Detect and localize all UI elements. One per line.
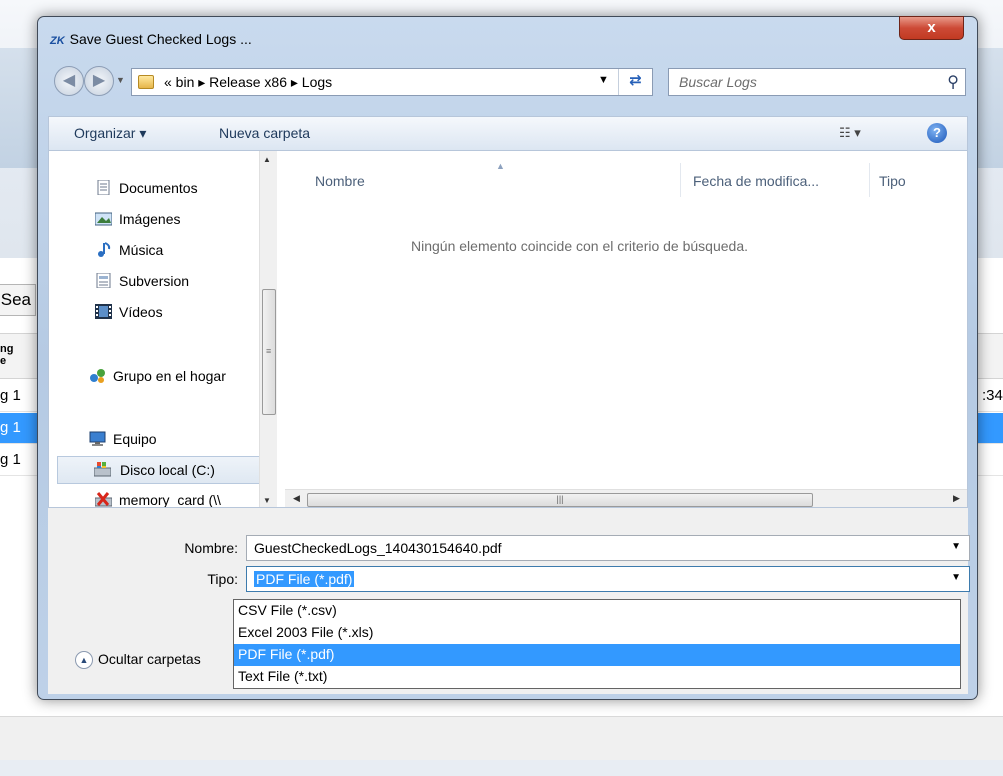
type-option-csv[interactable]: CSV File (*.csv)	[234, 600, 960, 622]
nav-item-documentos[interactable]: Documentos	[95, 175, 198, 203]
scroll-grip-icon: |||	[556, 494, 564, 504]
homegroup-icon	[90, 369, 105, 383]
filename-label: Nombre:	[184, 540, 238, 556]
local-disk-icon	[94, 462, 111, 477]
app-row-label: g 1	[0, 419, 21, 436]
subversion-icon	[96, 273, 111, 288]
hide-folders-label: Ocultar carpetas	[98, 651, 201, 667]
nav-item-disco-local[interactable]: Disco local (C:)	[57, 456, 267, 484]
type-select[interactable]: PDF File (*.pdf) ▼	[246, 566, 970, 592]
empty-message: Ningún elemento coincide con el criterio…	[411, 238, 748, 254]
nav-item-label: Subversion	[119, 273, 190, 289]
new-folder-button[interactable]: Nueva carpeta	[219, 125, 310, 141]
nav-scrollbar[interactable]: ▲ ≡ ▼	[259, 151, 277, 507]
horizontal-scrollbar[interactable]: ◀ ||| ▶	[285, 489, 967, 507]
app-row-label: g 1	[0, 387, 21, 404]
navigation-pane: Documentos Imágenes Música Subversion Ví…	[49, 151, 285, 508]
collapse-arrow-icon: ▲	[75, 651, 93, 670]
search-icon[interactable]: ⚲	[947, 72, 959, 92]
dialog-title: ZK Save Guest Checked Logs ...	[50, 31, 252, 47]
scroll-up-arrow-icon[interactable]: ▲	[263, 155, 271, 164]
horizontal-scroll-thumb[interactable]: |||	[307, 493, 813, 507]
organize-button[interactable]: Organizar ▾	[74, 125, 146, 142]
type-dropdown-icon[interactable]: ▼	[951, 572, 961, 583]
toolbar: Organizar ▾ Nueva carpeta ☷ ▾ ?	[48, 116, 968, 150]
sort-ascending-icon: ▲	[496, 161, 505, 171]
music-icon	[98, 242, 111, 257]
app-table-header-text: ng e	[0, 343, 14, 367]
back-arrow-icon: ◀	[62, 72, 76, 89]
network-drive-icon	[95, 492, 112, 507]
nav-item-imagenes[interactable]: Imágenes	[95, 206, 180, 234]
scroll-thumb[interactable]: ≡	[262, 289, 276, 415]
nav-item-label: Imágenes	[119, 211, 181, 227]
filename-input[interactable]: GuestCheckedLogs_140430154640.pdf ▼	[246, 535, 970, 561]
dialog-title-text: Save Guest Checked Logs ...	[69, 31, 252, 47]
nav-item-grupo-hogar[interactable]: Grupo en el hogar	[89, 363, 226, 391]
nav-item-subversion[interactable]: Subversion	[95, 268, 189, 296]
column-divider[interactable]	[680, 163, 681, 197]
address-dropdown-button[interactable]: ▼	[598, 74, 609, 86]
column-header-type[interactable]: Tipo	[879, 173, 906, 189]
nav-item-memory-card[interactable]: memory_card (\\	[95, 487, 221, 508]
type-option-xls[interactable]: Excel 2003 File (*.xls)	[234, 622, 960, 644]
app-row-label: g 1	[0, 451, 21, 468]
browser-area: Documentos Imágenes Música Subversion Ví…	[48, 150, 968, 508]
refresh-icon: ⇄	[629, 72, 642, 89]
column-header-date[interactable]: Fecha de modifica...	[693, 173, 819, 189]
scroll-left-arrow-icon[interactable]: ◀	[293, 493, 300, 504]
nav-item-label: Música	[119, 242, 164, 258]
breadcrumb[interactable]: « bin ▸ Release x86 ▸ Logs	[164, 74, 332, 91]
search-input[interactable]: Buscar Logs ⚲	[668, 68, 966, 96]
app-row-extra: :34	[982, 387, 1003, 404]
nav-item-label: Documentos	[119, 180, 198, 196]
column-divider[interactable]	[869, 163, 870, 197]
app-logo: ZK	[50, 35, 65, 47]
scroll-right-arrow-icon[interactable]: ▶	[953, 493, 960, 504]
type-label: Tipo:	[207, 571, 238, 587]
nav-item-label: Vídeos	[119, 304, 163, 320]
computer-icon	[89, 431, 106, 446]
nav-item-equipo[interactable]: Equipo	[89, 426, 157, 454]
scroll-down-arrow-icon[interactable]: ▼	[263, 496, 271, 505]
pictures-icon	[95, 212, 112, 226]
forward-arrow-icon: ▶	[92, 72, 106, 89]
videos-icon	[95, 304, 112, 319]
filename-value: GuestCheckedLogs_140430154640.pdf	[254, 540, 502, 556]
nav-item-label: memory_card (\\	[119, 492, 221, 508]
nav-item-musica[interactable]: Música	[95, 237, 163, 265]
type-select-value: PDF File (*.pdf)	[254, 571, 355, 587]
folder-icon	[138, 75, 154, 89]
nav-item-label: Disco local (C:)	[120, 462, 215, 478]
type-dropdown-list: CSV File (*.csv) Excel 2003 File (*.xls)…	[233, 599, 961, 689]
refresh-button[interactable]: ⇄	[618, 69, 652, 95]
filename-history-dropdown-icon[interactable]: ▼	[951, 541, 961, 552]
file-list: ▲ Nombre Fecha de modifica... Tipo Ningú…	[285, 151, 967, 507]
app-footer	[0, 760, 1003, 776]
app-search-button[interactable]: Sea	[0, 284, 36, 316]
type-option-txt[interactable]: Text File (*.txt)	[234, 666, 960, 688]
type-option-pdf[interactable]: PDF File (*.pdf)	[234, 644, 960, 666]
address-bar[interactable]: « bin ▸ Release x86 ▸ Logs ▼ ⇄	[131, 68, 653, 96]
column-header-name[interactable]: Nombre	[315, 173, 365, 189]
forward-button[interactable]: ▶	[84, 66, 114, 96]
hide-folders-button[interactable]: ▲ Ocultar carpetas	[75, 651, 201, 670]
recent-locations-dropdown[interactable]: ▼	[116, 75, 125, 85]
scroll-grip-icon: ≡	[266, 346, 272, 356]
back-button[interactable]: ◀	[54, 66, 84, 96]
close-button[interactable]: x	[899, 16, 964, 40]
help-icon[interactable]: ?	[927, 123, 947, 143]
nav-item-label: Grupo en el hogar	[113, 368, 226, 384]
nav-item-videos[interactable]: Vídeos	[95, 299, 163, 327]
view-options-button[interactable]: ☷ ▾	[839, 125, 861, 141]
save-dialog: ZK Save Guest Checked Logs ... x ◀ ▶ ▼ « …	[37, 16, 978, 700]
search-placeholder: Buscar Logs	[679, 74, 757, 90]
nav-item-label: Equipo	[113, 431, 157, 447]
documents-icon	[97, 180, 110, 195]
